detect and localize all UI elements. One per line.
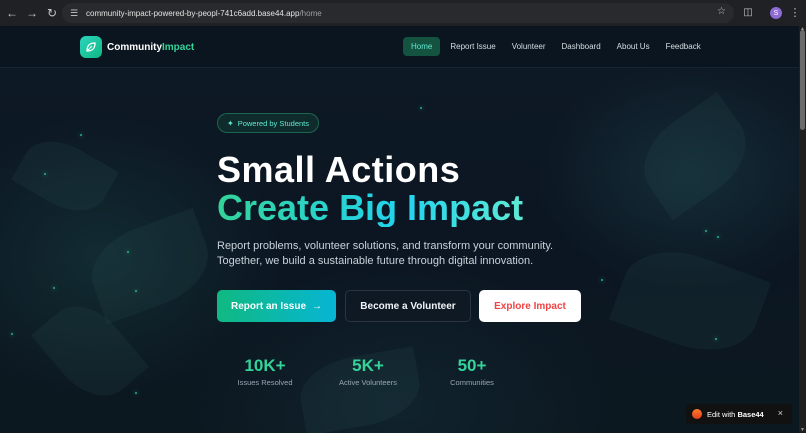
particle-dot xyxy=(44,173,46,175)
background-leaf xyxy=(11,127,119,225)
page-scrollbar[interactable]: ▲ ▼ xyxy=(799,26,806,433)
reload-icon[interactable]: ↻ xyxy=(43,4,61,22)
url-path: /home xyxy=(299,8,322,18)
particle-dot xyxy=(11,333,13,335)
nav-report-issue[interactable]: Report Issue xyxy=(444,37,501,56)
edit-brand: Base44 xyxy=(737,409,764,419)
hero-title-line1: Small Actions xyxy=(217,149,461,190)
stat-value: 5K+ xyxy=(352,356,384,375)
base44-logo-icon xyxy=(692,409,702,419)
profile-avatar[interactable]: S xyxy=(770,7,782,19)
background-leaf xyxy=(627,91,763,221)
scroll-down-icon[interactable]: ▼ xyxy=(799,427,806,433)
extensions-icon[interactable]: ◫ xyxy=(741,5,755,19)
become-volunteer-button[interactable]: Become a Volunteer xyxy=(345,290,471,322)
leaf-logo-icon xyxy=(80,36,102,58)
stat-communities: 50+ Communities xyxy=(427,356,517,387)
report-issue-button[interactable]: Report an Issue → xyxy=(217,290,336,322)
edit-prefix: Edit with xyxy=(707,409,736,419)
url-host: community-impact-powered-by-peopl-741c6a… xyxy=(86,8,300,18)
nav-home[interactable]: Home xyxy=(403,37,441,56)
sparkle-icon: ✦ xyxy=(227,118,234,128)
hero-subtitle: Report problems, volunteer solutions, an… xyxy=(217,240,554,267)
particle-dot xyxy=(705,230,707,232)
stat-value: 10K+ xyxy=(244,356,286,375)
particle-dot xyxy=(420,107,422,109)
nav-about-us[interactable]: About Us xyxy=(611,37,656,56)
site-name-primary: Community xyxy=(107,41,162,53)
scrollbar-thumb[interactable] xyxy=(800,30,805,130)
site-settings-icon[interactable]: ☰ xyxy=(66,5,82,21)
site-logo[interactable]: CommunityImpact xyxy=(80,36,194,58)
edit-with-base44-badge[interactable]: Edit with Base44 × xyxy=(686,404,792,424)
browser-menu-icon[interactable]: ⋮ xyxy=(789,5,801,19)
particle-dot xyxy=(53,287,55,289)
powered-by-badge: ✦ Powered by Students xyxy=(217,113,319,133)
stat-value: 50+ xyxy=(457,356,487,375)
background-leaf xyxy=(608,234,772,368)
badge-label: Powered by Students xyxy=(237,118,309,128)
browser-toolbar: ← → ↻ ☰ community-impact-powered-by-peop… xyxy=(0,0,806,26)
stat-label: Communities xyxy=(450,378,494,387)
site-name: CommunityImpact xyxy=(107,42,194,53)
site-header: CommunityImpact Home Report Issue Volunt… xyxy=(0,26,799,68)
main-nav: Home Report Issue Volunteer Dashboard Ab… xyxy=(403,37,711,56)
url-text[interactable]: community-impact-powered-by-peopl-741c6a… xyxy=(86,9,322,18)
arrow-right-icon: → xyxy=(312,300,323,312)
particle-dot xyxy=(127,251,129,253)
particle-dot xyxy=(80,134,82,136)
stat-label: Issues Resolved xyxy=(237,378,293,387)
stat-active-volunteers: 5K+ Active Volunteers xyxy=(323,356,413,387)
back-icon[interactable]: ← xyxy=(3,4,21,22)
address-bar[interactable]: ☰ community-impact-powered-by-peopl-741c… xyxy=(62,3,734,23)
site-name-accent: Impact xyxy=(162,41,195,53)
particle-dot xyxy=(717,236,719,238)
particle-dot xyxy=(135,392,137,394)
particle-dot xyxy=(135,290,137,292)
particle-dot xyxy=(715,338,717,340)
close-icon[interactable]: × xyxy=(778,408,783,418)
report-issue-label: Report an Issue xyxy=(230,300,307,312)
nav-volunteer[interactable]: Volunteer xyxy=(506,37,552,56)
background-leaf xyxy=(79,207,221,325)
page-viewport: CommunityImpact Home Report Issue Volunt… xyxy=(0,26,799,433)
particle-dot xyxy=(601,279,603,281)
stat-issues-resolved: 10K+ Issues Resolved xyxy=(220,356,310,387)
edit-badge-text: Edit with Base44 xyxy=(707,410,764,419)
hero-title-line2: Create Big Impact xyxy=(217,187,524,228)
explore-impact-button[interactable]: Explore Impact xyxy=(479,290,581,322)
nav-feedback[interactable]: Feedback xyxy=(660,37,707,56)
nav-dashboard[interactable]: Dashboard xyxy=(556,37,607,56)
stat-label: Active Volunteers xyxy=(339,378,397,387)
forward-icon[interactable]: → xyxy=(23,4,41,22)
bookmark-star-icon[interactable]: ☆ xyxy=(717,6,726,17)
